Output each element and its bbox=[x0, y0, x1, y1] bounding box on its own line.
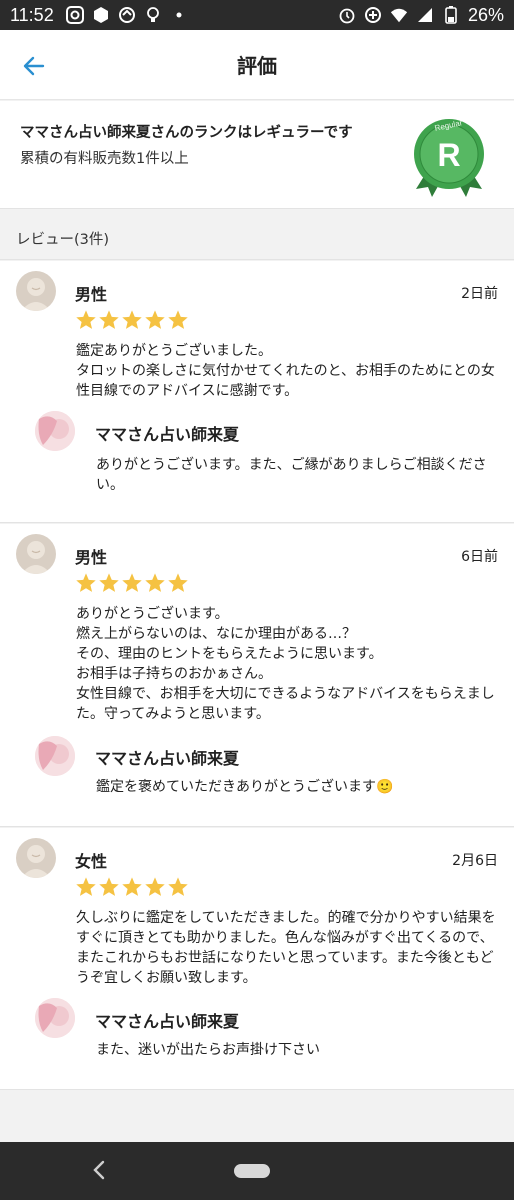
star-icon bbox=[99, 877, 119, 896]
review-body: 鑑定ありがとうございました。 タロットの楽しさに気付かせてくれたのと、お相手のた… bbox=[76, 343, 495, 399]
star-icon bbox=[145, 573, 165, 592]
reply-text: また、迷いが出たらお声掛け下さい bbox=[96, 1042, 320, 1058]
rank-subtitle: 累積の有料販売数1件以上 bbox=[20, 151, 189, 167]
arrow-left-icon bbox=[23, 56, 45, 76]
reply-text: ありがとうございます。また、ご縁がありましらご相談ください。 bbox=[96, 457, 487, 493]
system-nav-bar bbox=[0, 1142, 514, 1200]
reply-author-name: ママさん占い師来夏 bbox=[95, 425, 240, 444]
data-saver-icon bbox=[364, 6, 382, 24]
star-rating bbox=[75, 876, 189, 898]
back-button[interactable] bbox=[18, 50, 50, 82]
reviewer-avatar bbox=[16, 838, 56, 878]
nav-back-icon[interactable] bbox=[88, 1158, 112, 1182]
star-icon bbox=[99, 573, 119, 592]
star-icon bbox=[76, 573, 96, 592]
star-icon bbox=[76, 877, 96, 896]
reviewer-gender: 男性 bbox=[75, 285, 108, 304]
review-date: 6日前 bbox=[461, 549, 498, 565]
reviewer-avatar bbox=[16, 271, 56, 311]
star-icon bbox=[122, 310, 142, 329]
reply-text: 鑑定を褒めていただきありがとうございます🙂 bbox=[96, 779, 394, 795]
signal-icon bbox=[416, 6, 434, 24]
star-icon bbox=[145, 877, 165, 896]
lightbulb-icon bbox=[144, 6, 162, 24]
page-title: 評価 bbox=[237, 54, 277, 78]
regular-rank-badge-icon: Regular R bbox=[414, 118, 484, 197]
star-rating bbox=[75, 309, 189, 331]
app-icon bbox=[92, 6, 110, 24]
dot-icon bbox=[170, 6, 188, 24]
reviewer-avatar bbox=[16, 534, 56, 574]
status-time: 11:52 bbox=[10, 4, 54, 25]
nav-home-pill[interactable] bbox=[234, 1164, 270, 1178]
fortune-teller-avatar bbox=[35, 998, 75, 1038]
star-rating bbox=[75, 572, 189, 594]
wifi-icon bbox=[390, 6, 408, 24]
battery-icon bbox=[442, 6, 460, 24]
reply-author-name: ママさん占い師来夏 bbox=[95, 749, 240, 768]
star-icon bbox=[99, 310, 119, 329]
rank-title: ママさん占い師来夏さんのランクはレギュラーです bbox=[20, 125, 353, 141]
battery-percent: 26% bbox=[467, 4, 504, 25]
star-icon bbox=[76, 310, 96, 329]
reply-author-name: ママさん占い師来夏 bbox=[95, 1012, 240, 1031]
review-date: 2月6日 bbox=[452, 853, 498, 869]
review-body: 久しぶりに鑑定をしていただきました。的確で分かりやすい結果をすぐに頂きとても助か… bbox=[76, 910, 496, 986]
star-icon bbox=[168, 310, 188, 329]
star-icon bbox=[122, 573, 142, 592]
sync-icon bbox=[118, 6, 136, 24]
reviewer-gender: 女性 bbox=[75, 852, 108, 871]
review-item: 男性 2日前 鑑定ありがとうございました。 タロットの楽しさに気付かせてくれたの… bbox=[0, 261, 514, 523]
rank-panel: ママさん占い師来夏さんのランクはレギュラーです 累積の有料販売数1件以上 Reg… bbox=[0, 101, 514, 209]
review-date: 2日前 bbox=[461, 286, 498, 302]
review-item: 男性 6日前 ありがとうございます。 燃え上がらないのは、なにか理由がある…？ … bbox=[0, 524, 514, 827]
fortune-teller-avatar bbox=[35, 736, 75, 776]
review-item: 女性 2月6日 久しぶりに鑑定をしていただきました。的確で分かりやすい結果をすぐ… bbox=[0, 828, 514, 1090]
fortune-teller-avatar bbox=[35, 411, 75, 451]
status-bar: 11:52 26% bbox=[0, 0, 514, 30]
notification-icon bbox=[65, 6, 84, 24]
badge-letter: R bbox=[437, 137, 460, 173]
app-bar: 評価 bbox=[0, 30, 514, 100]
star-icon bbox=[145, 310, 165, 329]
star-icon bbox=[168, 877, 188, 896]
reviews-header: レビュー(3件) bbox=[0, 210, 514, 260]
review-body: ありがとうございます。 燃え上がらないのは、なにか理由がある…？ その、理由のヒ… bbox=[76, 606, 495, 722]
alarm-icon bbox=[338, 6, 356, 24]
star-icon bbox=[168, 573, 188, 592]
reviewer-gender: 男性 bbox=[75, 548, 108, 567]
star-icon bbox=[122, 877, 142, 896]
